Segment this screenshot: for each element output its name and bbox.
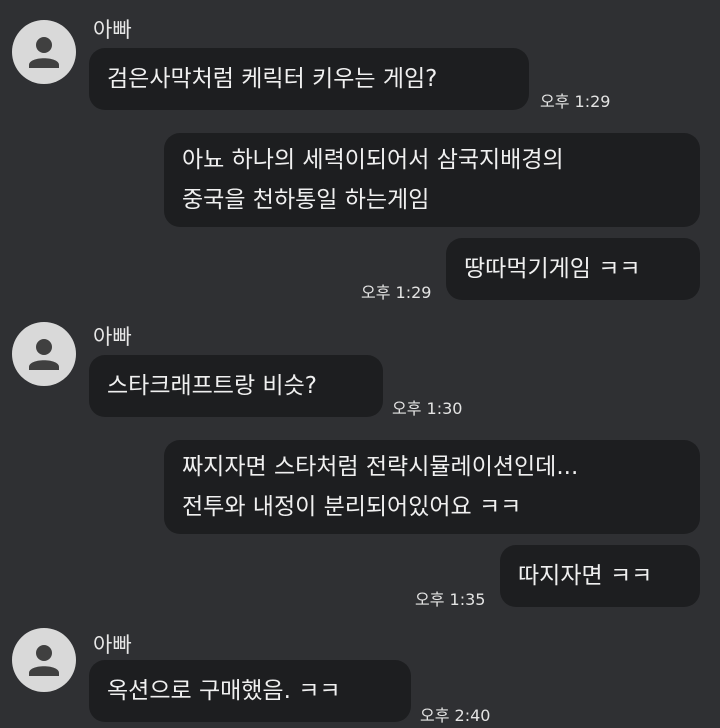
contact-avatar[interactable] bbox=[12, 628, 76, 692]
message-time: 오후 1:35 bbox=[415, 590, 486, 609]
message-time: 오후 1:30 bbox=[392, 399, 463, 418]
message-bubble-incoming[interactable]: 스타크래프트랑 비슷? bbox=[89, 355, 383, 417]
message-time: 오후 1:29 bbox=[361, 283, 432, 302]
message-text: 전투와 내정이 분리되어있어요 ㅋㅋ bbox=[182, 494, 522, 520]
message-bubble-outgoing[interactable]: 아뇨 하나의 세력이되어서 삼국지배경의 중국을 천하통일 하는게임 bbox=[164, 133, 700, 227]
chat-conversation: 아빠 검은사막처럼 케릭터 키우는 게임? 오후 1:29 아뇨 하나의 세력이… bbox=[0, 0, 720, 728]
message-text: 검은사막처럼 케릭터 키우는 게임? bbox=[107, 66, 438, 92]
sender-name: 아빠 bbox=[93, 18, 132, 42]
message-bubble-outgoing[interactable]: 짜지자면 스타처럼 전략시뮬레이션인데... 전투와 내정이 분리되어있어요 ㅋ… bbox=[164, 440, 700, 534]
sender-name: 아빠 bbox=[93, 325, 132, 349]
message-text: 땅따먹기게임 ㅋㅋ bbox=[464, 256, 641, 282]
message-text: 스타크래프트랑 비슷? bbox=[107, 373, 317, 399]
message-bubble-outgoing[interactable]: 따지자면 ㅋㅋ bbox=[500, 545, 700, 607]
message-text: 짜지자면 스타처럼 전략시뮬레이션인데... bbox=[182, 454, 579, 480]
message-time: 오후 2:40 bbox=[420, 706, 491, 725]
message-text: 중국을 천하통일 하는게임 bbox=[182, 187, 430, 213]
message-text: 따지자면 ㅋㅋ bbox=[518, 563, 653, 589]
person-icon bbox=[29, 37, 59, 68]
message-bubble-outgoing[interactable]: 땅따먹기게임 ㅋㅋ bbox=[446, 238, 700, 300]
message-text: 아뇨 하나의 세력이되어서 삼국지배경의 bbox=[182, 147, 564, 173]
sender-name: 아빠 bbox=[93, 633, 132, 657]
message-bubble-incoming[interactable]: 검은사막처럼 케릭터 키우는 게임? bbox=[89, 48, 529, 110]
person-icon bbox=[29, 645, 59, 676]
message-time: 오후 1:29 bbox=[540, 92, 611, 111]
contact-avatar[interactable] bbox=[12, 322, 76, 386]
person-icon bbox=[29, 339, 59, 370]
contact-avatar[interactable] bbox=[12, 20, 76, 84]
message-bubble-incoming[interactable]: 옥션으로 구매했음. ㅋㅋ bbox=[89, 660, 411, 722]
message-text: 옥션으로 구매했음. ㅋㅋ bbox=[107, 678, 341, 704]
